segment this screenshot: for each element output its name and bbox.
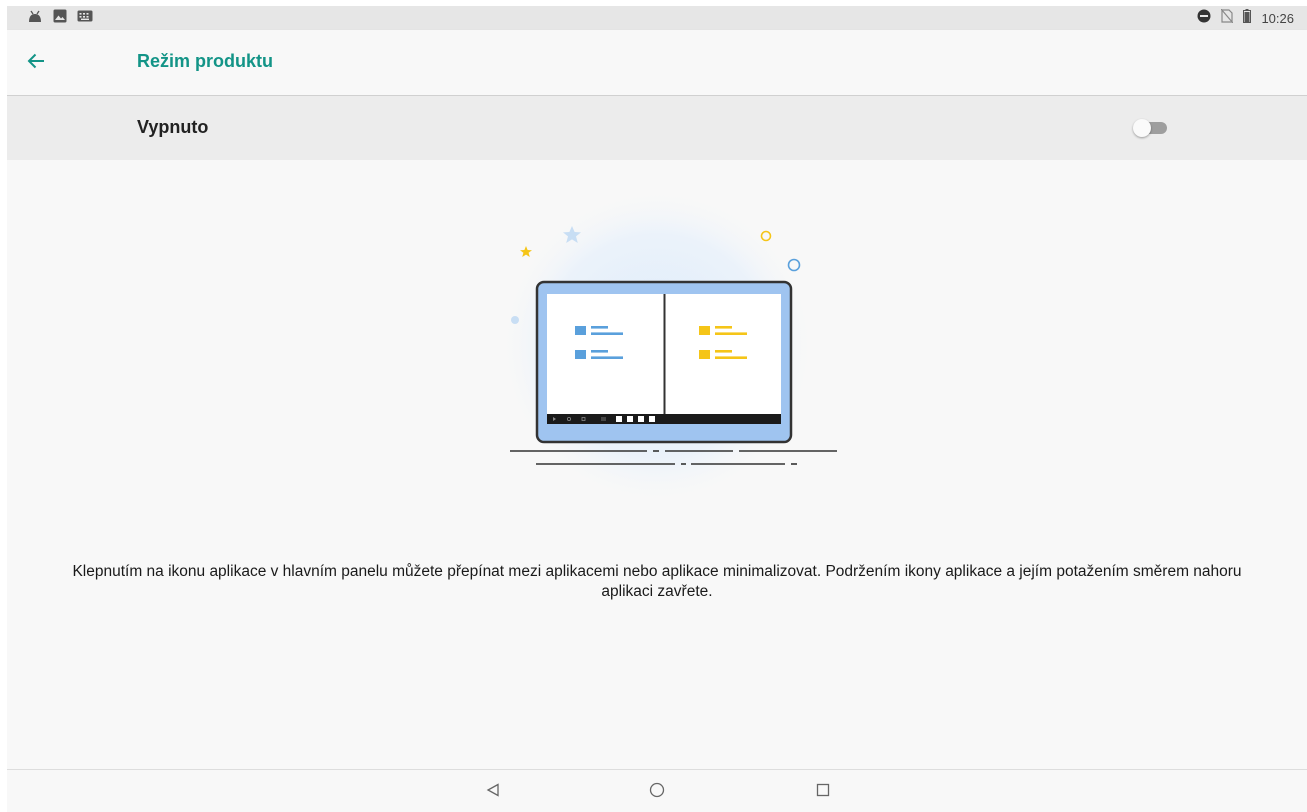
do-not-disturb-icon <box>1197 9 1211 28</box>
illustration-graphic <box>497 186 837 506</box>
navigation-bar <box>7 769 1307 812</box>
home-circle-icon <box>649 782 665 803</box>
keyboard-icon <box>77 9 93 27</box>
battery-icon <box>1243 8 1252 28</box>
no-sim-icon <box>1220 8 1234 28</box>
image-icon <box>53 9 67 28</box>
nav-back-button[interactable] <box>481 780 505 804</box>
android-debug-icon <box>27 9 43 28</box>
toggle-thumb <box>1133 119 1151 137</box>
status-left-icons <box>27 9 93 28</box>
nav-recents-button[interactable] <box>811 780 835 804</box>
nav-home-button[interactable] <box>645 780 669 804</box>
back-button[interactable] <box>21 48 51 78</box>
status-bar: 10:26 <box>7 6 1307 30</box>
taskbar-illustration <box>477 176 837 516</box>
status-time: 10:26 <box>1261 10 1294 26</box>
recents-square-icon <box>816 783 830 802</box>
back-triangle-icon <box>486 782 500 802</box>
arrow-left-icon <box>27 53 45 74</box>
app-bar: Režim produktu <box>7 30 1307 96</box>
switch-label: Vypnuto <box>137 117 209 137</box>
feature-description: Klepnutím na ikonu aplikace v hlavním pa… <box>72 563 1242 600</box>
product-mode-toggle[interactable] <box>1133 119 1169 137</box>
tablet-device <box>535 280 793 444</box>
page-title: Režim produktu <box>137 51 274 71</box>
status-right-icons: 10:26 <box>1197 8 1294 28</box>
master-switch-row[interactable]: Vypnuto <box>7 96 1307 160</box>
dot-blue-decoration <box>511 316 519 324</box>
screen: 10:26 Režim produktu Vypnuto Klepnutím n… <box>7 6 1307 812</box>
